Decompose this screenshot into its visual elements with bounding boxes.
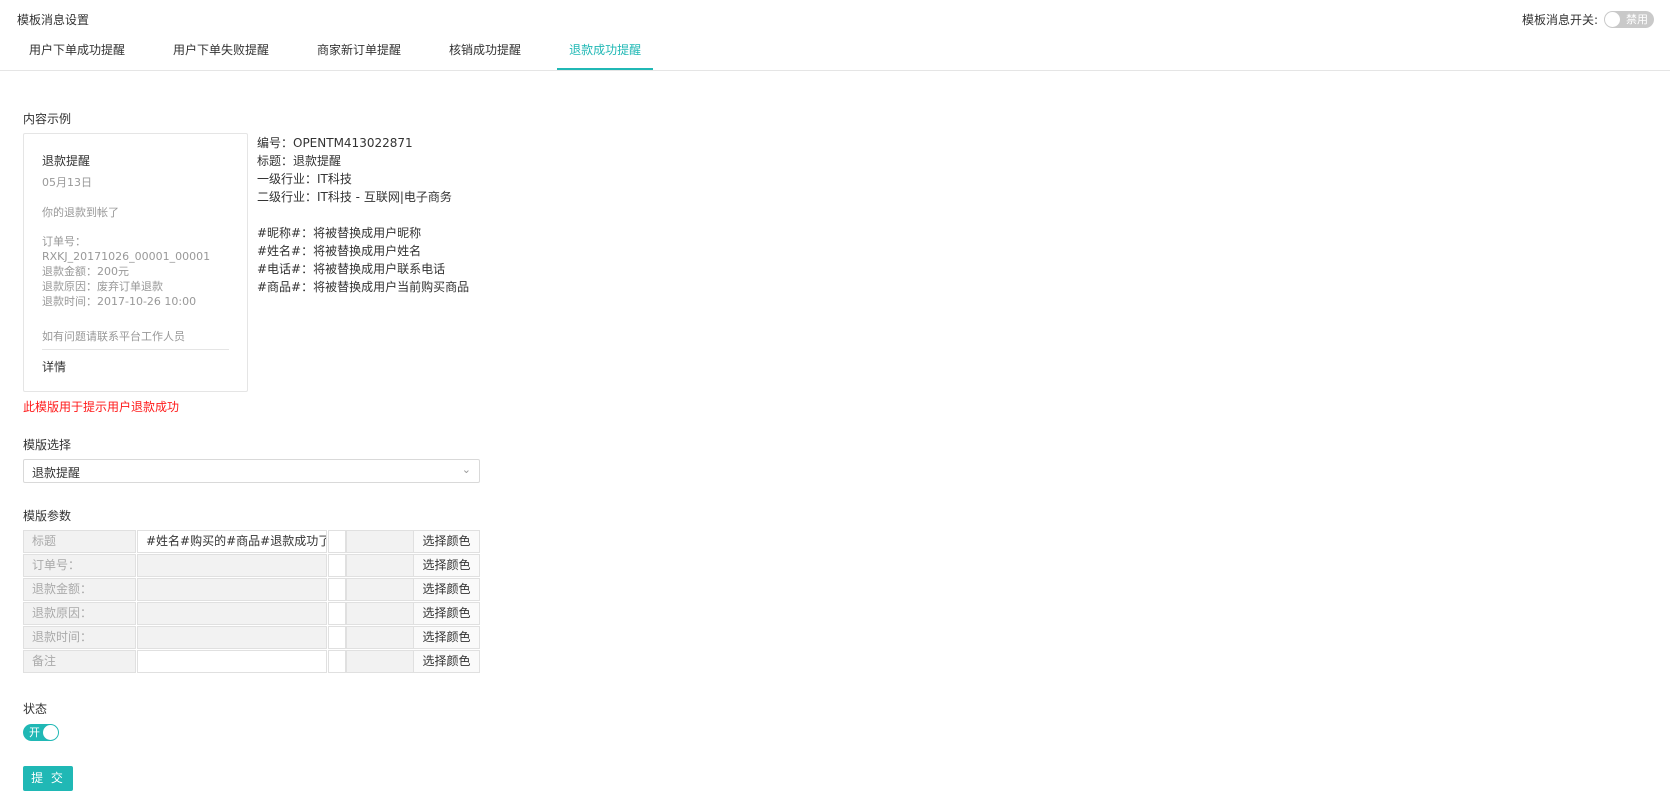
info-gap xyxy=(257,206,469,224)
param-label: 订单号： xyxy=(23,554,136,577)
status-toggle-knob xyxy=(43,725,58,740)
tab-order-success[interactable]: 用户下单成功提醒 xyxy=(17,36,137,70)
param-label: 退款时间： xyxy=(23,626,136,649)
tab-order-fail[interactable]: 用户下单失败提醒 xyxy=(161,36,281,70)
preview-line: 订单号： xyxy=(42,235,86,248)
page-title: 模板消息设置 xyxy=(17,13,90,27)
template-message-switch[interactable]: 禁用 xyxy=(1604,11,1654,28)
color-value-field[interactable] xyxy=(346,602,414,625)
color-value-field[interactable] xyxy=(346,650,414,673)
chevron-down-icon: ⌄ xyxy=(461,463,471,476)
placeholder-line: #商品#：将被替换成用户当前购买商品 xyxy=(257,280,470,294)
top-bar: 模板消息设置 模板消息开关: 禁用 用户下单成功提醒 用户下单失败提醒 商家新订… xyxy=(0,0,1670,71)
template-info: 编号：OPENTM413022871 标题：退款提醒 一级行业：IT科技 二级行… xyxy=(257,134,469,296)
template-select[interactable]: 退款提醒 ⌄ xyxy=(23,459,480,483)
param-row: 标题 #姓名#购买的#商品#退款成功了 选择颜色 xyxy=(23,530,480,553)
color-value-field[interactable] xyxy=(346,530,414,553)
color-swatch xyxy=(328,554,346,577)
param-label: 备注 xyxy=(23,650,136,673)
param-row: 退款时间： 选择颜色 xyxy=(23,626,480,649)
preview-footer: 如有问题请联系平台工作人员 xyxy=(42,330,185,343)
preview-line: RXKJ_20171026_00001_00001 xyxy=(42,250,211,263)
template-switch-label: 模板消息开关: xyxy=(1521,13,1598,27)
preview-line: 退款金额：200元 xyxy=(42,265,129,278)
message-preview-card: 退款提醒 05月13日 你的退款到帐了 订单号： RXKJ_20171026_0… xyxy=(23,133,248,392)
param-value-input[interactable] xyxy=(137,602,327,625)
template-select-value: 退款提醒 xyxy=(32,466,81,480)
tab-merchant-new-order[interactable]: 商家新订单提醒 xyxy=(305,36,413,70)
info-line: 一级行业：IT科技 xyxy=(257,172,352,186)
preview-detail-link: 详情 xyxy=(42,360,67,374)
switch-knob xyxy=(1605,12,1620,27)
sample-section-label: 内容示例 xyxy=(23,112,72,126)
color-swatch xyxy=(328,626,346,649)
placeholder-line: #姓名#：将被替换成用户姓名 xyxy=(257,244,422,258)
preview-line: 退款时间：2017-10-26 10:00 xyxy=(42,295,197,308)
info-line: 编号：OPENTM413022871 xyxy=(257,136,413,150)
param-value-input[interactable]: #姓名#购买的#商品#退款成功了 xyxy=(137,530,327,553)
switch-state-text: 禁用 xyxy=(1626,13,1648,26)
param-value-input[interactable] xyxy=(137,578,327,601)
template-select-label: 模版选择 xyxy=(23,438,72,452)
preview-title: 退款提醒 xyxy=(42,154,91,168)
param-label: 标题 xyxy=(23,530,136,553)
submit-button[interactable]: 提 交 xyxy=(23,766,73,791)
param-row: 备注 选择颜色 xyxy=(23,650,480,673)
param-value-input[interactable] xyxy=(137,650,327,673)
placeholder-line: #电话#：将被替换成用户联系电话 xyxy=(257,262,446,276)
param-row: 订单号： 选择颜色 xyxy=(23,554,480,577)
color-swatch xyxy=(328,602,346,625)
preview-date: 05月13日 xyxy=(42,176,92,189)
placeholder-line: #昵称#：将被替换成用户昵称 xyxy=(257,226,422,240)
info-line: 标题：退款提醒 xyxy=(257,154,342,168)
preview-divider xyxy=(42,349,229,350)
param-value-input[interactable] xyxy=(137,626,327,649)
choose-color-button[interactable]: 选择颜色 xyxy=(413,530,480,553)
color-value-field[interactable] xyxy=(346,626,414,649)
choose-color-button[interactable]: 选择颜色 xyxy=(413,602,480,625)
status-toggle[interactable]: 开 xyxy=(23,724,59,741)
choose-color-button[interactable]: 选择颜色 xyxy=(413,650,480,673)
preview-fields: 订单号： RXKJ_20171026_00001_00001 退款金额：200元… xyxy=(42,234,210,309)
choose-color-button[interactable]: 选择颜色 xyxy=(413,578,480,601)
param-label: 退款金额： xyxy=(23,578,136,601)
template-params-label: 模版参数 xyxy=(23,509,72,523)
choose-color-button[interactable]: 选择颜色 xyxy=(413,626,480,649)
info-line: 二级行业：IT科技 - 互联网|电子商务 xyxy=(257,190,452,204)
status-label: 状态 xyxy=(23,702,48,716)
param-value-input[interactable] xyxy=(137,554,327,577)
color-swatch xyxy=(328,650,346,673)
tab-refund-success[interactable]: 退款成功提醒 xyxy=(557,36,654,70)
preview-intro: 你的退款到帐了 xyxy=(42,206,119,219)
param-row: 退款原因： 选择颜色 xyxy=(23,602,480,625)
param-row: 退款金额： 选择颜色 xyxy=(23,578,480,601)
param-label: 退款原因： xyxy=(23,602,136,625)
choose-color-button[interactable]: 选择颜色 xyxy=(413,554,480,577)
color-swatch xyxy=(328,578,346,601)
color-swatch xyxy=(328,530,346,553)
preview-line: 退款原因：废弃订单退款 xyxy=(42,280,163,293)
tab-bar: 用户下单成功提醒 用户下单失败提醒 商家新订单提醒 核销成功提醒 退款成功提醒 xyxy=(17,36,677,70)
template-hint: 此模版用于提示用户退款成功 xyxy=(23,400,180,414)
tab-verify-success[interactable]: 核销成功提醒 xyxy=(437,36,533,70)
color-value-field[interactable] xyxy=(346,578,414,601)
status-toggle-text: 开 xyxy=(29,726,40,739)
color-value-field[interactable] xyxy=(346,554,414,577)
